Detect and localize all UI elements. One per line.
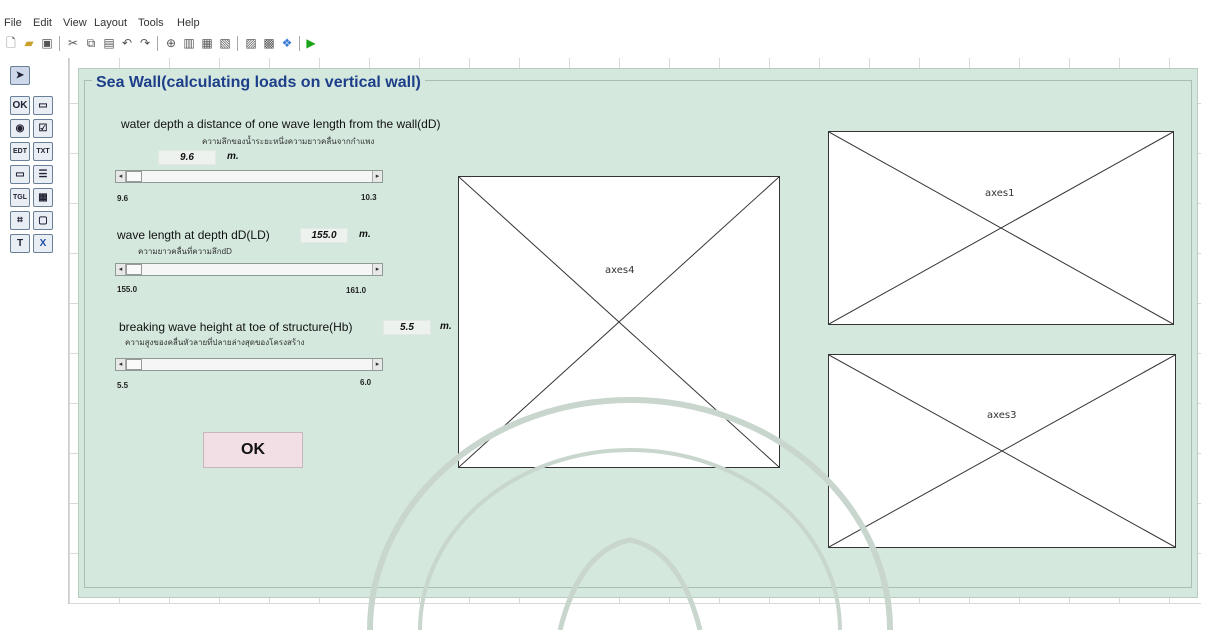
axes3-label: axes3: [987, 410, 1017, 421]
toolbar: 🗋 ▰ ▣ ✂ ⧉ ▤ ↶ ↷ ⊕ ▥ ▦ ▧ ▨ ▩ ❖ ▶: [4, 34, 404, 56]
param-LD-thai-label: ความยาวคลื่นที่ความลึกdD: [138, 247, 232, 256]
menu-view[interactable]: View: [63, 17, 87, 29]
popup-menu-icon[interactable]: ▭: [10, 165, 30, 184]
slider-thumb[interactable]: [126, 359, 142, 370]
param-Hb-unit: m.: [440, 321, 452, 332]
axes4-placeholder[interactable]: axes4: [458, 176, 780, 468]
menu-layout[interactable]: Layout: [94, 17, 127, 29]
copy-icon[interactable]: ⧉: [84, 36, 98, 50]
param-Hb-thai-label: ความสูงของคลื่นหัวลายที่ปลายล่างสุดของโค…: [125, 338, 305, 347]
param-LD-slider[interactable]: ◂ ▸: [115, 263, 383, 276]
listbox-icon[interactable]: ☰: [33, 165, 53, 184]
object-browser-icon[interactable]: ❖: [280, 36, 294, 50]
menu-edit[interactable]: Edit: [33, 17, 52, 29]
param-dD-edit[interactable]: 9.6: [158, 150, 216, 165]
param-dD-min: 9.6: [117, 194, 129, 203]
param-LD-edit[interactable]: 155.0: [300, 228, 348, 243]
slider-left-arrow-icon[interactable]: ◂: [116, 264, 126, 275]
save-icon[interactable]: ▣: [40, 36, 54, 50]
param-dD-max: 10.3: [361, 193, 377, 202]
axes1-placeholder[interactable]: axes1: [828, 131, 1174, 325]
tab-order-icon[interactable]: ▦: [200, 36, 214, 50]
param-LD-unit: m.: [359, 229, 371, 240]
param-LD-max: 161.0: [346, 286, 367, 295]
axes1-cross: [829, 132, 1173, 324]
table-icon[interactable]: ▦: [33, 188, 53, 207]
slider-left-arrow-icon[interactable]: ◂: [116, 171, 126, 182]
cut-icon[interactable]: ✂: [66, 36, 80, 50]
axes1-label: axes1: [985, 188, 1015, 199]
redo-icon[interactable]: ↷: [138, 36, 152, 50]
align-icon[interactable]: ⊕: [164, 36, 178, 50]
check-box-icon[interactable]: ☑: [33, 119, 53, 138]
param-dD-thai-label: ความลึกของน้ำระยะหนึ่งความยาวคลื่นจากกำแ…: [202, 137, 375, 146]
slider-right-arrow-icon[interactable]: ▸: [372, 264, 382, 275]
param-dD-label: water depth a distance of one wave lengt…: [121, 117, 441, 131]
toggle-button-icon[interactable]: TGL: [10, 188, 30, 207]
static-text-icon[interactable]: TXT: [33, 142, 53, 161]
select-tool-icon[interactable]: ➤: [10, 66, 30, 85]
slider-icon[interactable]: ▭: [33, 96, 53, 115]
axes-icon[interactable]: ⌗: [10, 211, 30, 230]
axes3-placeholder[interactable]: axes3: [828, 354, 1176, 548]
property-inspector-icon[interactable]: ▩: [262, 36, 276, 50]
run-icon[interactable]: ▶: [304, 36, 318, 50]
new-file-icon[interactable]: 🗋: [4, 36, 18, 50]
undo-icon[interactable]: ↶: [120, 36, 134, 50]
menu-tools[interactable]: Tools: [138, 17, 164, 29]
slider-right-arrow-icon[interactable]: ▸: [372, 359, 382, 370]
menu-bar: File Edit View Layout Tools Help: [0, 14, 1213, 32]
axes4-cross: [459, 177, 779, 467]
paste-icon[interactable]: ▤: [102, 36, 116, 50]
radio-button-icon[interactable]: ◉: [10, 119, 30, 138]
toolbar-editor-icon[interactable]: ▧: [218, 36, 232, 50]
param-dD-slider[interactable]: ◂ ▸: [115, 170, 383, 183]
panel-title: Sea Wall(calculating loads on vertical w…: [92, 74, 425, 92]
param-Hb-edit[interactable]: 5.5: [383, 320, 431, 335]
button-group-icon[interactable]: T: [10, 234, 30, 253]
component-palette: ➤ OK ▭ ◉ ☑ EDT TXT ▭ ☰ TGL ▦ ⌗ ▢ T X: [10, 66, 60, 266]
slider-thumb[interactable]: [126, 264, 142, 275]
activex-icon[interactable]: X: [33, 234, 53, 253]
param-LD-label: wave length at depth dD(LD): [117, 228, 270, 242]
slider-right-arrow-icon[interactable]: ▸: [372, 171, 382, 182]
slider-left-arrow-icon[interactable]: ◂: [116, 359, 126, 370]
m-file-editor-icon[interactable]: ▨: [244, 36, 258, 50]
push-button-icon[interactable]: OK: [10, 96, 30, 115]
param-Hb-slider[interactable]: ◂ ▸: [115, 358, 383, 371]
slider-thumb[interactable]: [126, 171, 142, 182]
axes4-label: axes4: [605, 265, 635, 276]
menu-file[interactable]: File: [4, 17, 22, 29]
open-folder-icon[interactable]: ▰: [22, 36, 36, 50]
menu-help[interactable]: Help: [177, 17, 200, 29]
param-Hb-label: breaking wave height at toe of structure…: [119, 320, 353, 334]
edit-text-icon[interactable]: EDT: [10, 142, 30, 161]
param-LD-min: 155.0: [117, 285, 138, 294]
menu-editor-icon[interactable]: ▥: [182, 36, 196, 50]
panel-icon[interactable]: ▢: [33, 211, 53, 230]
param-dD-unit: m.: [227, 151, 239, 162]
param-Hb-max: 6.0: [360, 378, 372, 387]
param-Hb-min: 5.5: [117, 381, 129, 390]
ok-button[interactable]: OK: [203, 432, 303, 468]
axes3-cross: [829, 355, 1175, 547]
